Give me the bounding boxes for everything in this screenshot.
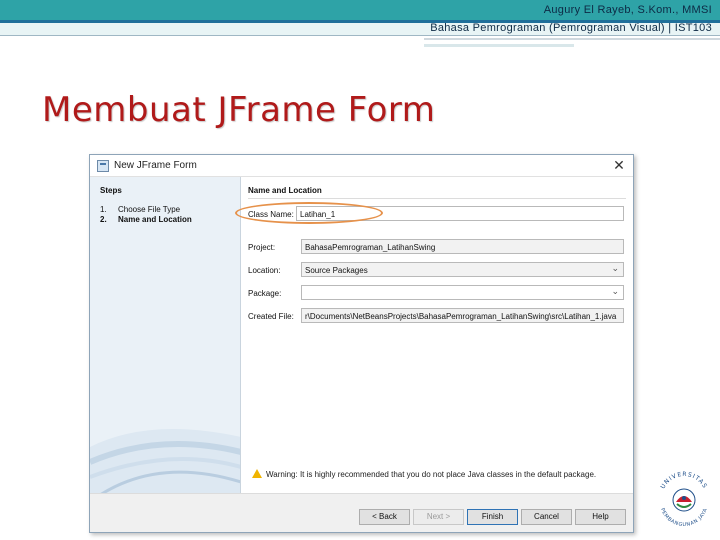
package-combobox[interactable]: ⌄ [301, 285, 624, 300]
dialog-titlebar: New JFrame Form ✕ [90, 155, 633, 177]
steps-heading: Steps [100, 186, 122, 195]
name-and-location-panel: Name and Location Class Name: Latihan_1 … [242, 177, 633, 493]
package-label: Package: [248, 289, 282, 298]
chevron-down-icon[interactable]: ⌄ [611, 286, 619, 297]
location-value: Source Packages [305, 266, 368, 275]
header-divider-shorter [424, 44, 574, 47]
chevron-down-icon[interactable]: ⌄ [611, 263, 619, 274]
slide-title: Membuat JFrame Form [42, 90, 436, 130]
step-item-name-and-location: 2. Name and Location [100, 215, 192, 224]
next-button[interactable]: Next > [413, 509, 464, 525]
location-select[interactable]: Source Packages ⌄ [301, 262, 624, 277]
header-course: Bahasa Pemrograman (Pemrograman Visual) … [430, 22, 712, 34]
project-label: Project: [248, 243, 276, 252]
warning-icon [252, 469, 262, 478]
help-button[interactable]: Help [575, 509, 626, 525]
wizard-decoration-graphic [90, 429, 240, 493]
header-author: Augury El Rayeb, S.Kom., MMSI [543, 4, 712, 16]
header-divider-short [424, 38, 720, 40]
section-divider [248, 198, 626, 199]
step-label: Name and Location [118, 215, 192, 224]
created-file-label: Created File: [248, 312, 294, 321]
svg-text:UNIVERSITAS: UNIVERSITAS [659, 471, 708, 490]
netbeans-window-icon [97, 160, 109, 172]
university-logo: UNIVERSITAS PEMBANGUNAN JAYA [659, 471, 708, 528]
finish-button[interactable]: Finish [467, 509, 518, 525]
back-button[interactable]: < Back [359, 509, 410, 525]
close-icon[interactable]: ✕ [611, 157, 627, 173]
warning-text: Warning: It is highly recommended that y… [266, 470, 597, 479]
created-file-field: r\Documents\NetBeansProjects\BahasaPemro… [301, 308, 624, 323]
dialog-button-bar: < Back Next > Finish Cancel Help [90, 493, 633, 532]
step-label: Choose File Type [118, 205, 181, 214]
class-name-highlight-oval [235, 202, 383, 224]
project-field: BahasaPemrograman_LatihanSwing [301, 239, 624, 254]
warning-message: Warning: It is highly recommended that y… [252, 468, 596, 479]
step-item-choose-file-type: 1. Choose File Type [100, 205, 180, 214]
dialog-title: New JFrame Form [114, 160, 197, 171]
step-number: 1. [100, 205, 107, 214]
steps-panel: Steps 1. Choose File Type 2. Name and Loca… [90, 177, 241, 493]
location-label: Location: [248, 266, 281, 275]
cancel-button[interactable]: Cancel [521, 509, 572, 525]
section-heading: Name and Location [248, 186, 322, 195]
header-divider [0, 35, 720, 36]
step-number: 2. [100, 215, 107, 224]
